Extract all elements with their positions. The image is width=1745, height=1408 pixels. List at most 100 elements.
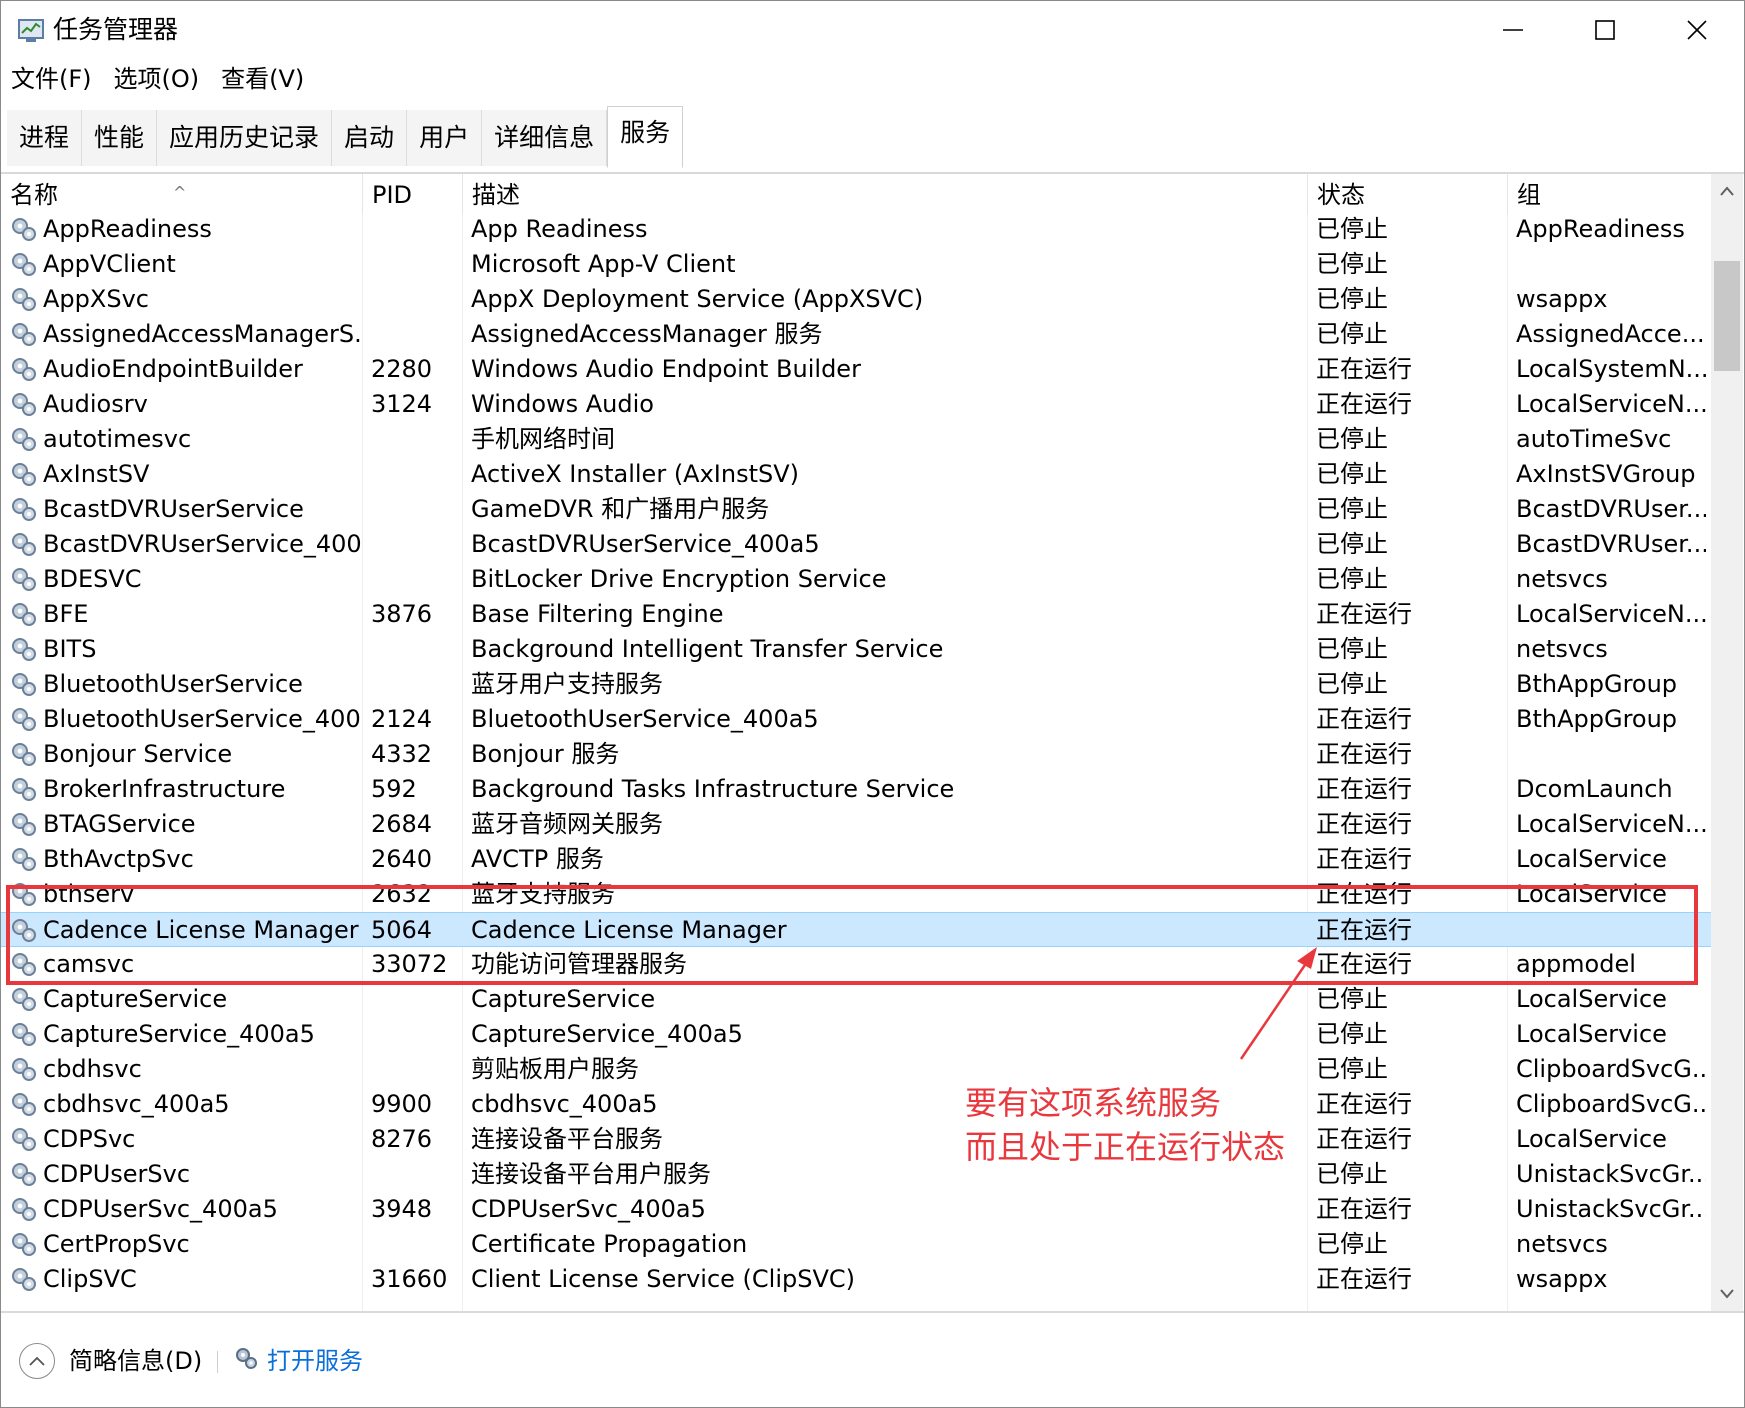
table-row[interactable]: CDPSvc 8276 连接设备平台服务 正在运行 LocalService — [1, 1122, 1711, 1157]
menu-view[interactable]: 查看(V) — [215, 61, 310, 97]
service-gear-icon — [12, 848, 36, 871]
table-row[interactable]: autotimesvc 手机网络时间 已停止 autoTimeSvc — [1, 422, 1711, 457]
service-status: 正在运行 — [1316, 740, 1412, 768]
service-group: netsvcs — [1516, 635, 1608, 663]
column-header-group[interactable]: 组 — [1508, 174, 1711, 214]
service-name: Bonjour Service — [43, 740, 233, 768]
table-row[interactable]: ClipSVC 31660 Client License Service (Clip… — [1, 1262, 1711, 1297]
table-row[interactable]: BluetoothUserService 蓝牙用户支持服务 已停止 BthAppGro… — [1, 667, 1711, 702]
service-gear-icon — [12, 883, 36, 906]
service-name: CDPUserSvc_400a5 — [43, 1195, 278, 1223]
service-gear-icon — [12, 533, 36, 556]
service-name: ClipSVC — [43, 1265, 137, 1293]
fewer-details-label[interactable]: 简略信息(D) — [69, 1343, 202, 1379]
service-gear-icon — [12, 919, 36, 942]
menu-options[interactable]: 选项(O) — [108, 61, 206, 97]
table-row[interactable]: BthAvctpSvc 2640 AVCTP 服务 正在运行 LocalService — [1, 842, 1711, 877]
fewer-details-button[interactable] — [19, 1343, 55, 1379]
table-row[interactable]: BcastDVRUserService GameDVR 和广播用户服务 已停止 Bca… — [1, 492, 1711, 527]
service-pid — [371, 1157, 461, 1192]
column-header-pid[interactable]: PID — [363, 174, 463, 214]
service-description: Bonjour 服务 — [471, 740, 620, 768]
close-button[interactable] — [1651, 1, 1743, 59]
service-gear-icon — [12, 673, 36, 696]
column-header-group-label: 组 — [1517, 181, 1541, 209]
service-name: BTAGService — [43, 810, 196, 838]
service-status: 正在运行 — [1316, 775, 1412, 803]
service-status: 正在运行 — [1316, 950, 1412, 978]
minimize-button[interactable] — [1467, 1, 1559, 59]
service-group: LocalService — [1516, 985, 1667, 1013]
table-row[interactable]: bthserv 2632 蓝牙支持服务 正在运行 LocalService — [1, 877, 1711, 912]
service-pid — [371, 562, 461, 597]
service-pid — [371, 212, 461, 247]
title-bar[interactable]: 任务管理器 — [1, 1, 1744, 61]
service-status: 正在运行 — [1316, 916, 1412, 944]
scroll-down-button[interactable] — [1711, 1277, 1743, 1311]
service-status: 已停止 — [1316, 985, 1388, 1013]
table-row[interactable]: AppXSvc AppX Deployment Service (AppXSVC)… — [1, 282, 1711, 317]
table-row[interactable]: CaptureService_400a5 CaptureService_400a5… — [1, 1017, 1711, 1052]
table-row[interactable]: CDPUserSvc_400a5 3948 CDPUserSvc_400a5 正在运行… — [1, 1192, 1711, 1227]
menu-file[interactable]: 文件(F) — [5, 61, 98, 97]
tab-users[interactable]: 用户 — [407, 110, 483, 166]
open-services-link[interactable]: 打开服务 — [267, 1343, 363, 1379]
column-header-description[interactable]: 描述 — [463, 174, 1308, 214]
column-header-name[interactable]: 名称 ^ — [1, 174, 363, 214]
column-header-status[interactable]: 状态 — [1308, 174, 1508, 214]
table-row[interactable]: cbdhsvc_400a5 9900 cbdhsvc_400a5 正在运行 Clipbo… — [1, 1087, 1711, 1122]
table-row[interactable]: BTAGService 2684 蓝牙音频网关服务 正在运行 LocalServiceN… — [1, 807, 1711, 842]
service-pid: 4332 — [371, 740, 433, 768]
table-row[interactable]: AppVClient Microsoft App-V Client 已停止 — [1, 247, 1711, 282]
table-row[interactable]: BITS Background Intelligent Transfer Serv… — [1, 632, 1711, 667]
tab-processes[interactable]: 进程 — [7, 110, 83, 166]
table-row[interactable]: BFE 3876 Base Filtering Engine 正在运行 LocalSer… — [1, 597, 1711, 632]
chevron-up-icon — [29, 1356, 45, 1366]
table-row[interactable]: CaptureService CaptureService 已停止 LocalServ… — [1, 982, 1711, 1017]
table-row[interactable]: camsvc 33072 功能访问管理器服务 正在运行 appmodel — [1, 947, 1711, 982]
tab-services[interactable]: 服务 — [607, 106, 684, 168]
table-row[interactable]: BDESVC BitLocker Drive Encryption Service… — [1, 562, 1711, 597]
close-icon — [1687, 20, 1707, 40]
service-gear-icon — [12, 428, 36, 451]
service-group: LocalSystemN... — [1516, 355, 1706, 383]
service-description: 蓝牙支持服务 — [471, 880, 615, 908]
table-row[interactable]: cbdhsvc 剪贴板用户服务 已停止 ClipboardSvcG... — [1, 1052, 1711, 1087]
annotation-text: 要有这项系统服务 而且处于正在运行状态 — [965, 1081, 1285, 1169]
service-description: BluetoothUserService_400a5 — [471, 705, 819, 733]
service-description: BitLocker Drive Encryption Service — [471, 565, 887, 593]
table-row[interactable]: AudioEndpointBuilder 2280 Windows Audio En… — [1, 352, 1711, 387]
scroll-up-button[interactable] — [1711, 174, 1743, 208]
tab-app-history[interactable]: 应用历史记录 — [157, 110, 333, 166]
service-description: BcastDVRUserService_400a5 — [471, 530, 820, 558]
table-row[interactable]: CertPropSvc Certificate Propagation 已停止 net… — [1, 1227, 1711, 1262]
service-description: 蓝牙音频网关服务 — [471, 810, 663, 838]
table-row[interactable]: BcastDVRUserService_400... BcastDVRUserSe… — [1, 527, 1711, 562]
task-manager-window: 任务管理器 文件(F) 选项(O) 查看(V) 进程 性能 应用历史记录 启动 … — [0, 0, 1745, 1408]
tab-details[interactable]: 详细信息 — [482, 110, 608, 166]
service-status: 已停止 — [1316, 495, 1388, 523]
service-description: App Readiness — [471, 215, 648, 243]
table-row[interactable]: Bonjour Service 4332 Bonjour 服务 正在运行 — [1, 737, 1711, 772]
table-row[interactable]: AxInstSV ActiveX Installer (AxInstSV) 已停止 A… — [1, 457, 1711, 492]
service-pid: 33072 — [371, 950, 448, 978]
service-pid — [371, 527, 461, 562]
table-row[interactable]: Cadence License Manager 5064 Cadence Licen… — [1, 912, 1711, 947]
table-row[interactable]: Audiosrv 3124 Windows Audio 正在运行 LocalServic… — [1, 387, 1711, 422]
table-row[interactable]: AppReadiness App Readiness 已停止 AppReadiness — [1, 212, 1711, 247]
sort-ascending-icon: ^ — [173, 183, 187, 202]
scroll-thumb[interactable] — [1714, 261, 1740, 371]
service-pid: 2632 — [371, 880, 433, 908]
service-gear-icon — [12, 568, 36, 591]
service-group: ClipboardSvcG... — [1516, 1090, 1706, 1118]
service-name: BluetoothUserService_400... — [43, 705, 361, 733]
tab-startup[interactable]: 启动 — [332, 110, 408, 166]
table-row[interactable]: BluetoothUserService_400... 2124 Bluetooth… — [1, 702, 1711, 737]
maximize-button[interactable] — [1559, 1, 1651, 59]
service-name: CDPSvc — [43, 1125, 136, 1153]
table-row[interactable]: CDPUserSvc 连接设备平台用户服务 已停止 UnistackSvcGr... — [1, 1157, 1711, 1192]
tab-performance[interactable]: 性能 — [82, 110, 158, 166]
table-row[interactable]: BrokerInfrastructure 592 Background Tasks … — [1, 772, 1711, 807]
vertical-scrollbar[interactable] — [1711, 174, 1743, 1311]
table-row[interactable]: AssignedAccessManagerS... AssignedAccessM… — [1, 317, 1711, 352]
